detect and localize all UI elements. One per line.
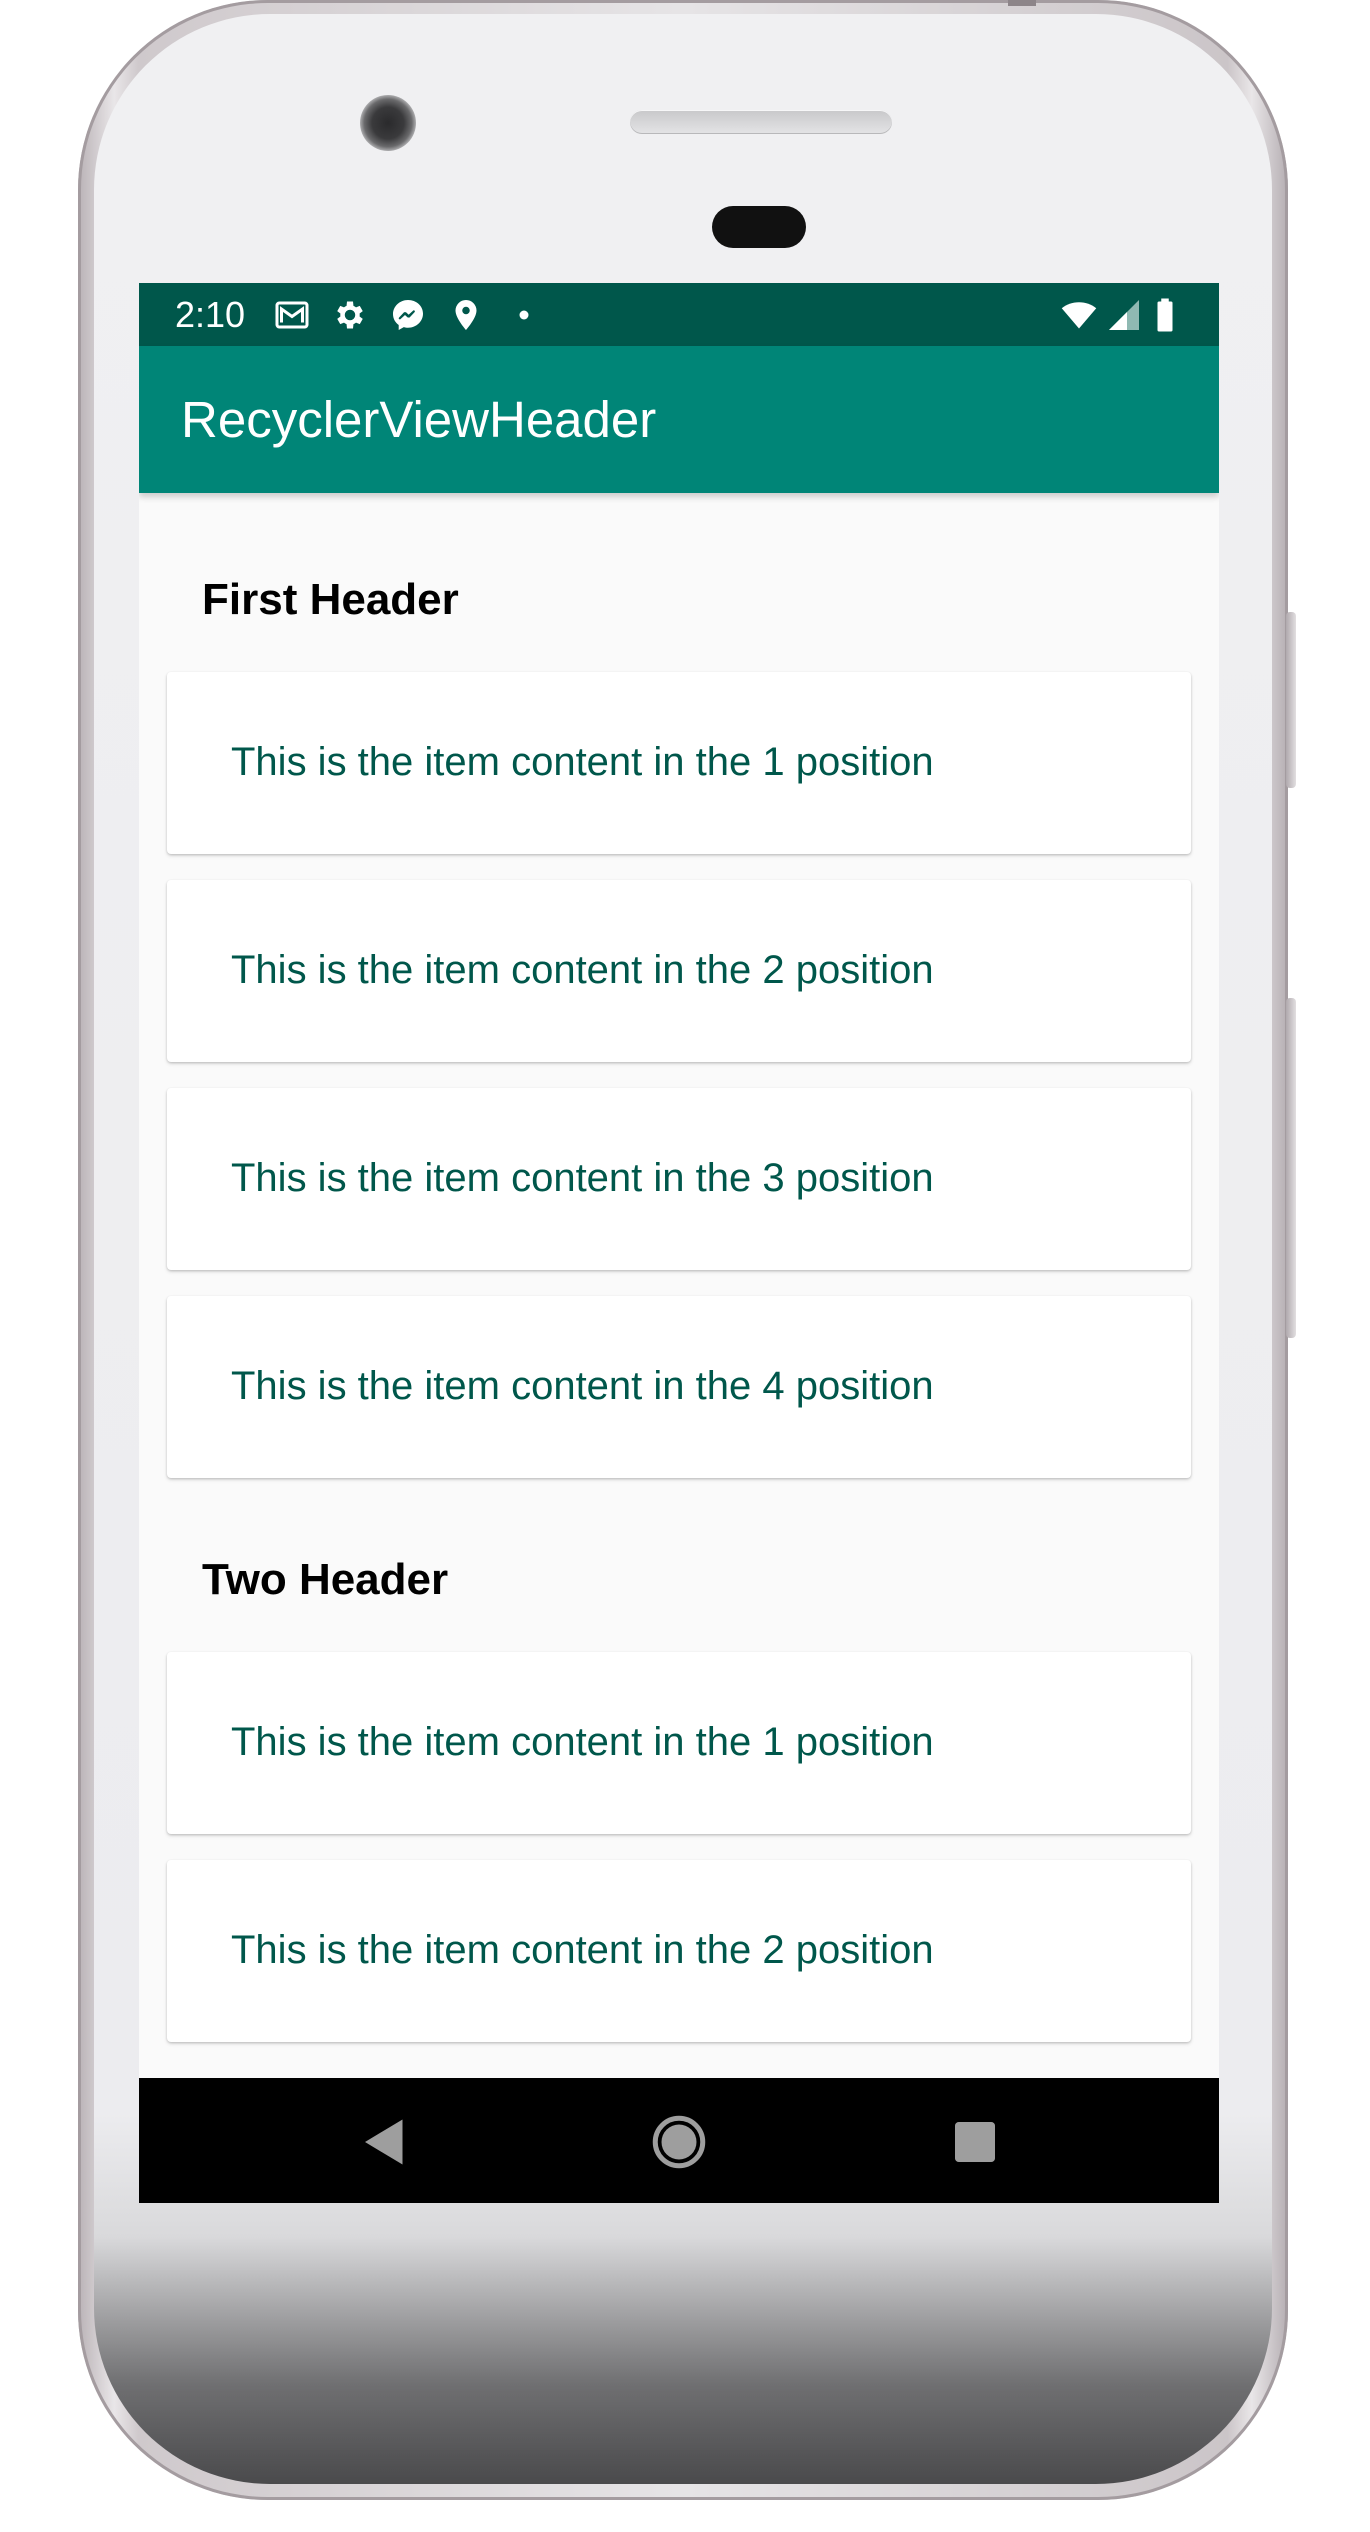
list-item[interactable]: This is the item content in the 2 positi… bbox=[167, 1860, 1191, 2042]
location-icon bbox=[447, 297, 485, 333]
settings-icon bbox=[331, 297, 369, 333]
navigation-bar bbox=[139, 2078, 1219, 2203]
list-item[interactable]: This is the item content in the 3 positi… bbox=[167, 1088, 1191, 1270]
list-item-text: This is the item content in the 1 positi… bbox=[231, 740, 934, 784]
wifi-icon bbox=[1057, 297, 1101, 333]
proximity-sensor bbox=[712, 206, 806, 248]
list-item-text: This is the item content in the 2 positi… bbox=[231, 1928, 934, 1972]
list-item-text: This is the item content in the 4 positi… bbox=[231, 1364, 934, 1408]
app-bar: RecyclerViewHeader bbox=[139, 346, 1219, 493]
gmail-icon bbox=[273, 297, 311, 333]
list-item[interactable]: This is the item content in the 1 positi… bbox=[167, 1652, 1191, 1834]
home-icon[interactable] bbox=[649, 2112, 709, 2172]
section-header-first: First Header bbox=[202, 575, 459, 624]
phone-top-edge bbox=[1008, 0, 1036, 6]
list-item-text: This is the item content in the 2 positi… bbox=[231, 948, 934, 992]
power-button bbox=[1286, 612, 1296, 788]
list-item[interactable]: This is the item content in the 2 positi… bbox=[167, 880, 1191, 1062]
dot-icon bbox=[505, 297, 543, 333]
list-item[interactable]: This is the item content in the 1 positi… bbox=[167, 672, 1191, 854]
back-icon[interactable] bbox=[355, 2112, 415, 2172]
front-camera bbox=[360, 95, 416, 151]
battery-icon bbox=[1151, 297, 1179, 333]
recycler-view-list[interactable]: First Header This is the item content in… bbox=[139, 493, 1219, 2078]
signal-icon bbox=[1105, 297, 1143, 333]
status-bar: 2:10 bbox=[139, 283, 1219, 346]
volume-button bbox=[1286, 998, 1296, 1338]
list-item[interactable]: This is the item content in the 4 positi… bbox=[167, 1296, 1191, 1478]
section-header-two: Two Header bbox=[202, 1555, 449, 1604]
app-title: RecyclerViewHeader bbox=[181, 391, 657, 448]
list-item-text: This is the item content in the 3 positi… bbox=[231, 1156, 934, 1200]
device-screen: 2:10 RecyclerViewHeader First Header Thi… bbox=[139, 283, 1219, 2203]
messenger-icon bbox=[389, 297, 427, 333]
status-time: 2:10 bbox=[175, 294, 246, 335]
recents-icon[interactable] bbox=[945, 2112, 1005, 2172]
earpiece-speaker bbox=[630, 110, 892, 134]
list-item-text: This is the item content in the 1 positi… bbox=[231, 1720, 934, 1764]
